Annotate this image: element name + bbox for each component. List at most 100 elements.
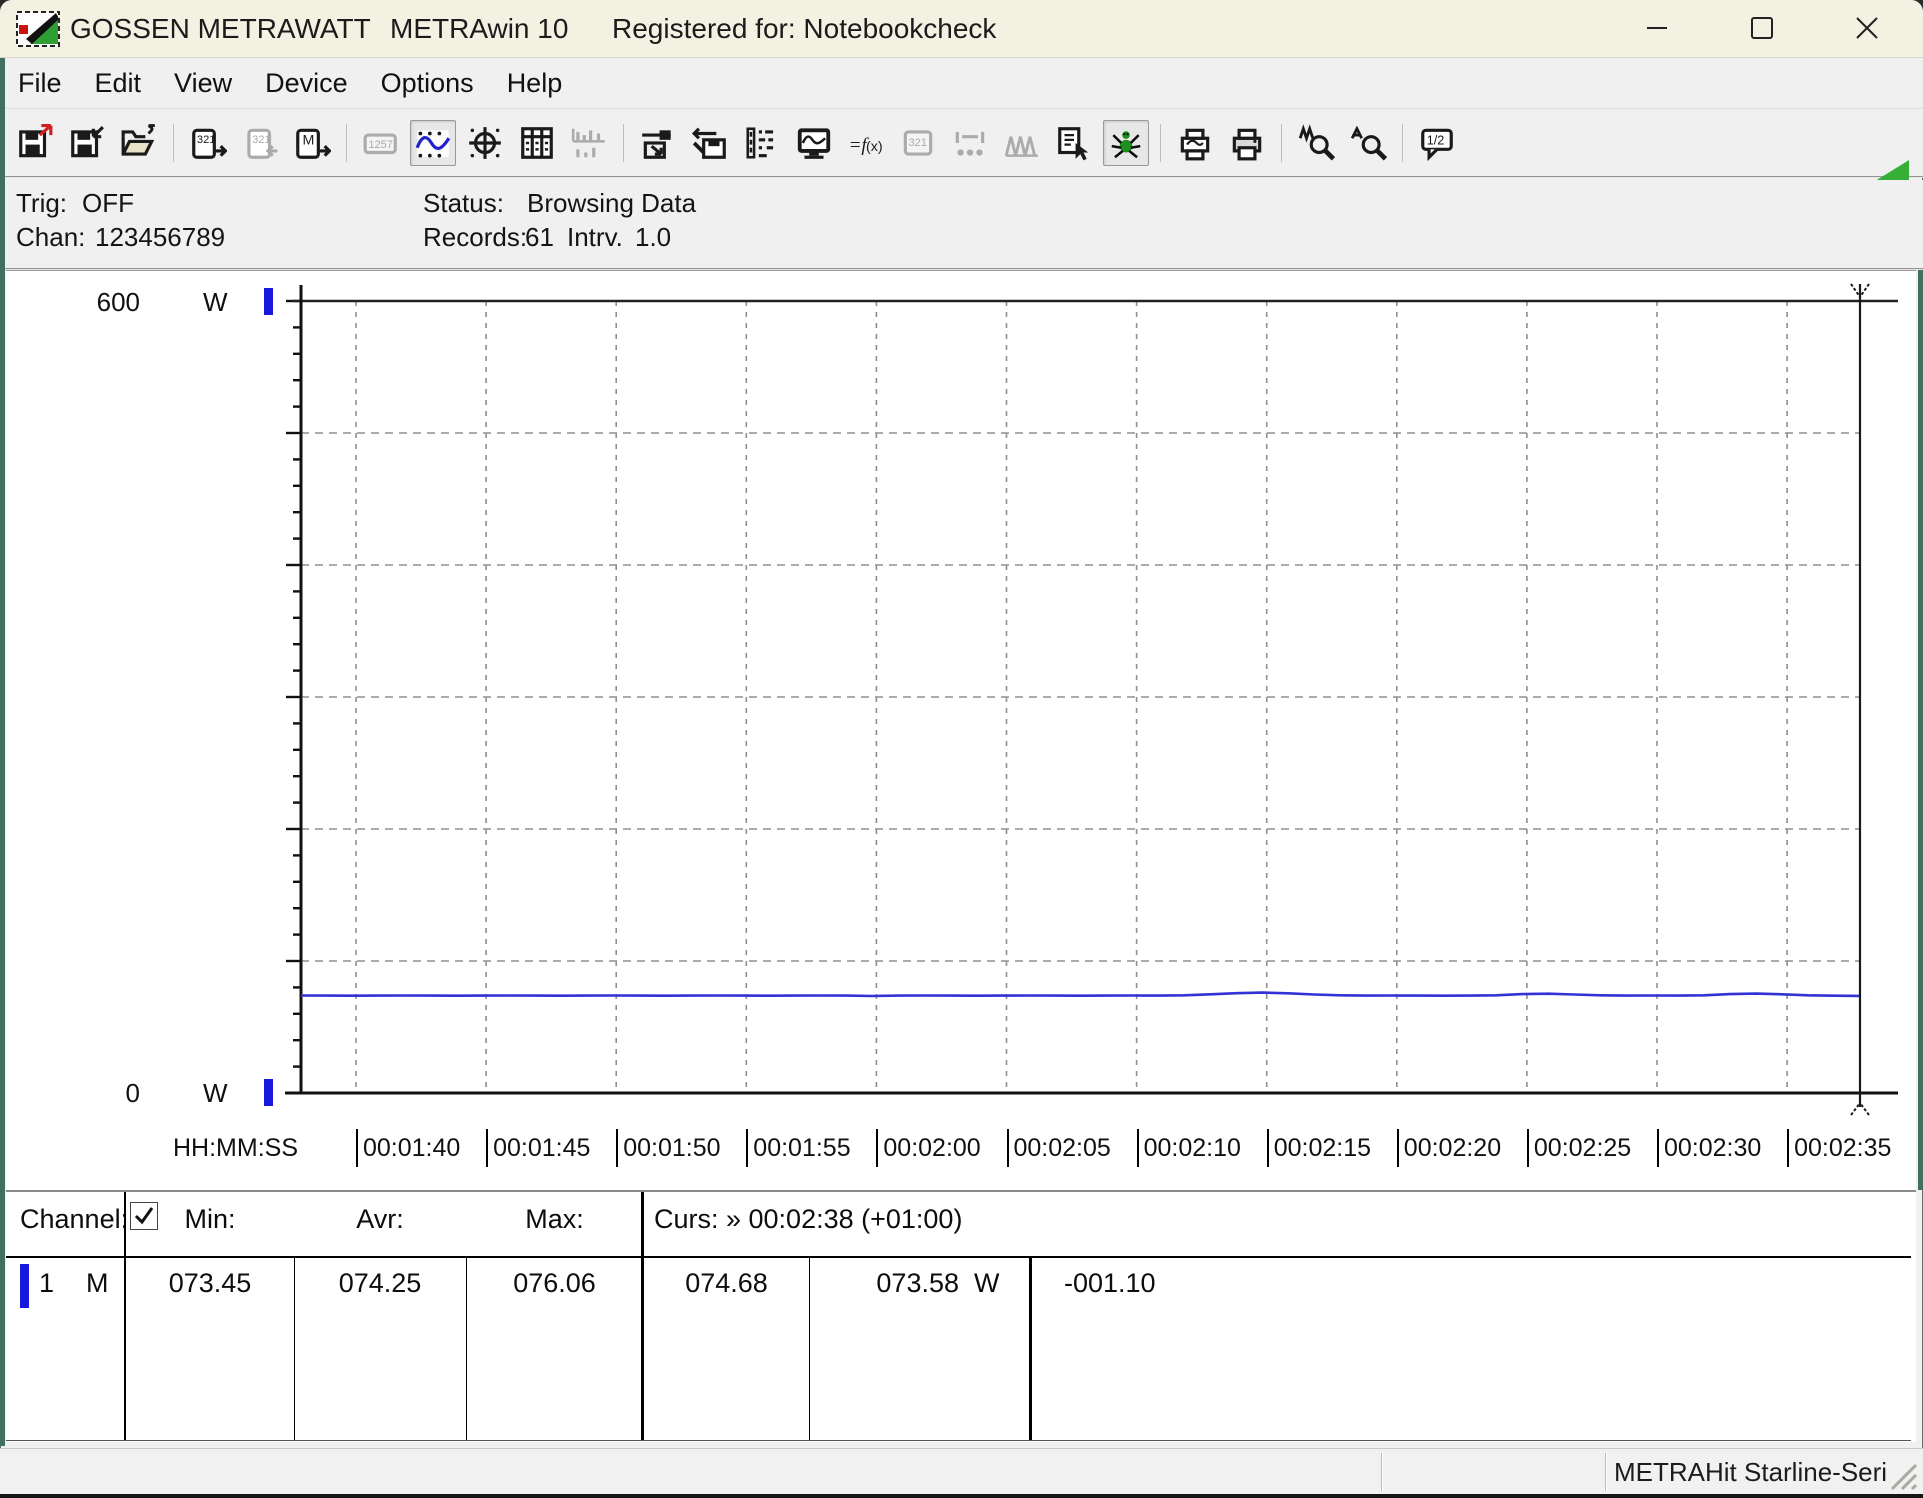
speech-bubble-icon: 1/2 bbox=[1418, 124, 1456, 162]
chart-plot[interactable] bbox=[6, 271, 1916, 1191]
live-mode-button[interactable] bbox=[1103, 120, 1149, 166]
x-tick-label: 00:02:30 bbox=[1657, 1129, 1761, 1167]
window-left-edge bbox=[0, 58, 5, 1446]
minimize-icon bbox=[1644, 15, 1670, 41]
x-tick-label: 00:01:50 bbox=[616, 1129, 720, 1167]
menu-options[interactable]: Options bbox=[381, 68, 474, 99]
svg-text:(x): (x) bbox=[866, 138, 883, 154]
row-avr: 074.25 bbox=[294, 1268, 466, 1299]
limits-button[interactable] bbox=[947, 120, 993, 166]
intrv-label: Intrv. bbox=[567, 222, 623, 253]
info-strip: Trig: OFF Chan: 123456789 Status: Browsi… bbox=[0, 180, 1923, 270]
title-app: METRAwin 10 bbox=[390, 0, 568, 57]
device-config-icon bbox=[691, 124, 729, 162]
zoom-out-button[interactable] bbox=[1345, 120, 1391, 166]
close-button[interactable] bbox=[1838, 6, 1896, 50]
save-as-button[interactable] bbox=[64, 120, 110, 166]
toolbar-separator bbox=[1402, 124, 1403, 162]
app-logo-icon bbox=[16, 11, 60, 47]
open-file-button[interactable] bbox=[116, 120, 162, 166]
device-settings-button[interactable] bbox=[687, 120, 733, 166]
view-histogram-button[interactable] bbox=[566, 120, 612, 166]
x-tick-label: 00:02:15 bbox=[1267, 1129, 1371, 1167]
records-value: 61 bbox=[525, 222, 554, 253]
maximize-icon bbox=[1749, 15, 1775, 41]
print-button[interactable] bbox=[1224, 120, 1270, 166]
histogram-icon bbox=[570, 124, 608, 162]
close-icon bbox=[1854, 15, 1880, 41]
row-cursor-b: 073.58 bbox=[809, 1268, 959, 1299]
chan-label: Chan: bbox=[16, 222, 85, 253]
x-tick-label: 00:02:00 bbox=[876, 1129, 980, 1167]
formula-button[interactable]: =f(x) bbox=[843, 120, 889, 166]
fx-icon: =f(x) bbox=[847, 124, 885, 162]
sliders-icon bbox=[639, 124, 677, 162]
read-memory-button[interactable]: M bbox=[289, 120, 335, 166]
copy-pointer-icon bbox=[1055, 124, 1093, 162]
row-max: 076.06 bbox=[466, 1268, 643, 1299]
trig-label: Trig: bbox=[16, 188, 67, 219]
write-device-button[interactable]: 321 bbox=[237, 120, 283, 166]
menu-file[interactable]: File bbox=[18, 68, 62, 99]
print-preview-button[interactable] bbox=[1172, 120, 1218, 166]
display-1257-button[interactable]: 1257 bbox=[358, 120, 404, 166]
svg-text:321: 321 bbox=[909, 137, 927, 149]
toolbar-separator bbox=[1281, 124, 1282, 162]
resize-grip[interactable] bbox=[1886, 1459, 1918, 1491]
chart-svg bbox=[6, 271, 1916, 1191]
row-cursor-a: 074.68 bbox=[644, 1268, 809, 1299]
wave-icon bbox=[1003, 124, 1041, 162]
toolbar-separator bbox=[623, 124, 624, 162]
svg-text:321: 321 bbox=[197, 134, 215, 146]
view-xy-button[interactable] bbox=[462, 120, 508, 166]
header-divider bbox=[6, 1256, 1911, 1258]
view-table-button[interactable] bbox=[514, 120, 560, 166]
envelope-button[interactable] bbox=[999, 120, 1045, 166]
window-right-edge bbox=[1918, 270, 1923, 1190]
curve-icon bbox=[414, 124, 452, 162]
status-value: Browsing Data bbox=[527, 188, 696, 219]
menu-help[interactable]: Help bbox=[507, 68, 563, 99]
row-channel-marker bbox=[20, 1264, 29, 1308]
svg-text:321: 321 bbox=[252, 134, 270, 146]
status-bar: METRAHit Starline-Seri bbox=[0, 1448, 1923, 1495]
zoom-wave-icon bbox=[1297, 124, 1335, 162]
app-window: GOSSEN METRAWATT METRAwin 10 Registered … bbox=[0, 0, 1923, 1498]
crosshair-icon bbox=[466, 124, 504, 162]
record-list-button[interactable] bbox=[739, 120, 785, 166]
x-tick-label: 00:01:55 bbox=[746, 1129, 850, 1167]
records-label: Records: bbox=[423, 222, 527, 253]
read-device-button[interactable]: 321 bbox=[185, 120, 231, 166]
save-file-button[interactable] bbox=[12, 120, 58, 166]
toolbar-separator bbox=[1160, 124, 1161, 162]
row-channel: 1 bbox=[39, 1268, 54, 1299]
measurement-table: Channel: Min: Avr: Max: Curs: » 00:02:38… bbox=[6, 1190, 1916, 1442]
device-mem-icon: M bbox=[293, 124, 331, 162]
copy-button[interactable] bbox=[1051, 120, 1097, 166]
minimize-button[interactable] bbox=[1628, 6, 1686, 50]
monitor-button[interactable] bbox=[791, 120, 837, 166]
zoom-mode-button[interactable] bbox=[1293, 120, 1339, 166]
menu-device[interactable]: Device bbox=[265, 68, 348, 99]
col-min-header: Min: bbox=[126, 1204, 294, 1235]
notes-button[interactable]: 1/2 bbox=[1414, 120, 1460, 166]
title-registered: Registered for: Notebookcheck bbox=[612, 0, 996, 57]
device-out-icon: 321 bbox=[241, 124, 279, 162]
menu-view[interactable]: View bbox=[174, 68, 232, 99]
menu-edit[interactable]: Edit bbox=[95, 68, 142, 99]
toolbar: 321 321 M 1257 =f(x) 321 1/2 bbox=[0, 108, 1923, 178]
row-unit: W bbox=[974, 1268, 999, 1299]
print-preview-icon bbox=[1176, 124, 1214, 162]
statusbar-divider bbox=[1381, 1453, 1383, 1491]
monitor-icon bbox=[795, 124, 833, 162]
lcd-icon: 1257 bbox=[362, 124, 400, 162]
grid-icon bbox=[518, 124, 556, 162]
channel-settings-button[interactable] bbox=[635, 120, 681, 166]
maximize-button[interactable] bbox=[1733, 6, 1791, 50]
menu-bar: File Edit View Device Options Help bbox=[0, 58, 1923, 108]
numeric-display-button[interactable]: 321 bbox=[895, 120, 941, 166]
view-curve-button[interactable] bbox=[410, 120, 456, 166]
row-delta: -001.10 bbox=[1064, 1268, 1156, 1299]
statusbar-divider bbox=[1605, 1453, 1607, 1491]
x-tick-label: 00:02:20 bbox=[1397, 1129, 1501, 1167]
